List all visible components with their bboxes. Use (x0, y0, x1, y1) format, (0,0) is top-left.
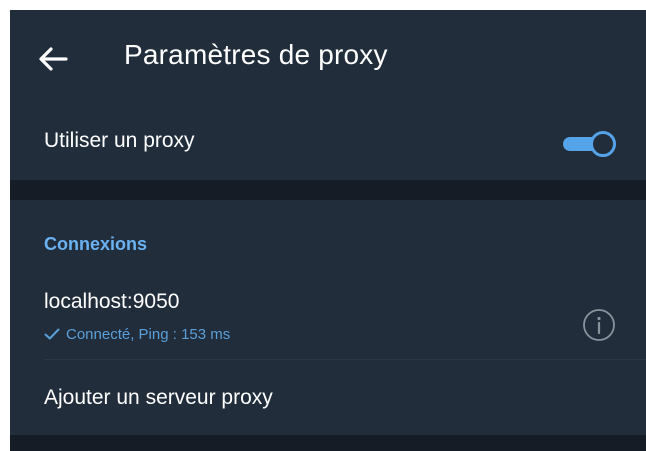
app-bar: Paramètres de proxy (10, 10, 646, 106)
toggle-knob (590, 131, 616, 157)
back-button[interactable] (36, 44, 70, 74)
use-proxy-row[interactable]: Utiliser un proxy (10, 106, 646, 180)
proxy-settings-screen: Paramètres de proxy Utiliser un proxy Co… (10, 10, 646, 451)
proxy-list-item[interactable]: localhost:9050 Connecté, Ping : 153 ms (10, 272, 646, 356)
use-proxy-toggle[interactable] (561, 128, 617, 158)
add-proxy-label: Ajouter un serveur proxy (44, 386, 273, 409)
add-proxy-button[interactable]: Ajouter un serveur proxy (10, 360, 646, 435)
use-proxy-label: Utiliser un proxy (44, 129, 195, 152)
checkmark-icon (44, 328, 60, 340)
info-icon (583, 309, 615, 341)
section-divider (10, 180, 646, 200)
connections-header: Connexions (44, 234, 148, 254)
arrow-left-icon (39, 47, 68, 71)
page-title: Paramètres de proxy (124, 39, 388, 70)
bottom-divider (10, 435, 646, 451)
connections-section: Connexions localhost:9050 Connecté, Ping… (10, 200, 646, 435)
proxy-status: Connecté, Ping : 153 ms (44, 326, 230, 343)
proxy-status-text: Connecté, Ping : 153 ms (66, 326, 231, 343)
proxy-info-button[interactable] (582, 308, 616, 342)
proxy-address: localhost:9050 (44, 290, 180, 313)
